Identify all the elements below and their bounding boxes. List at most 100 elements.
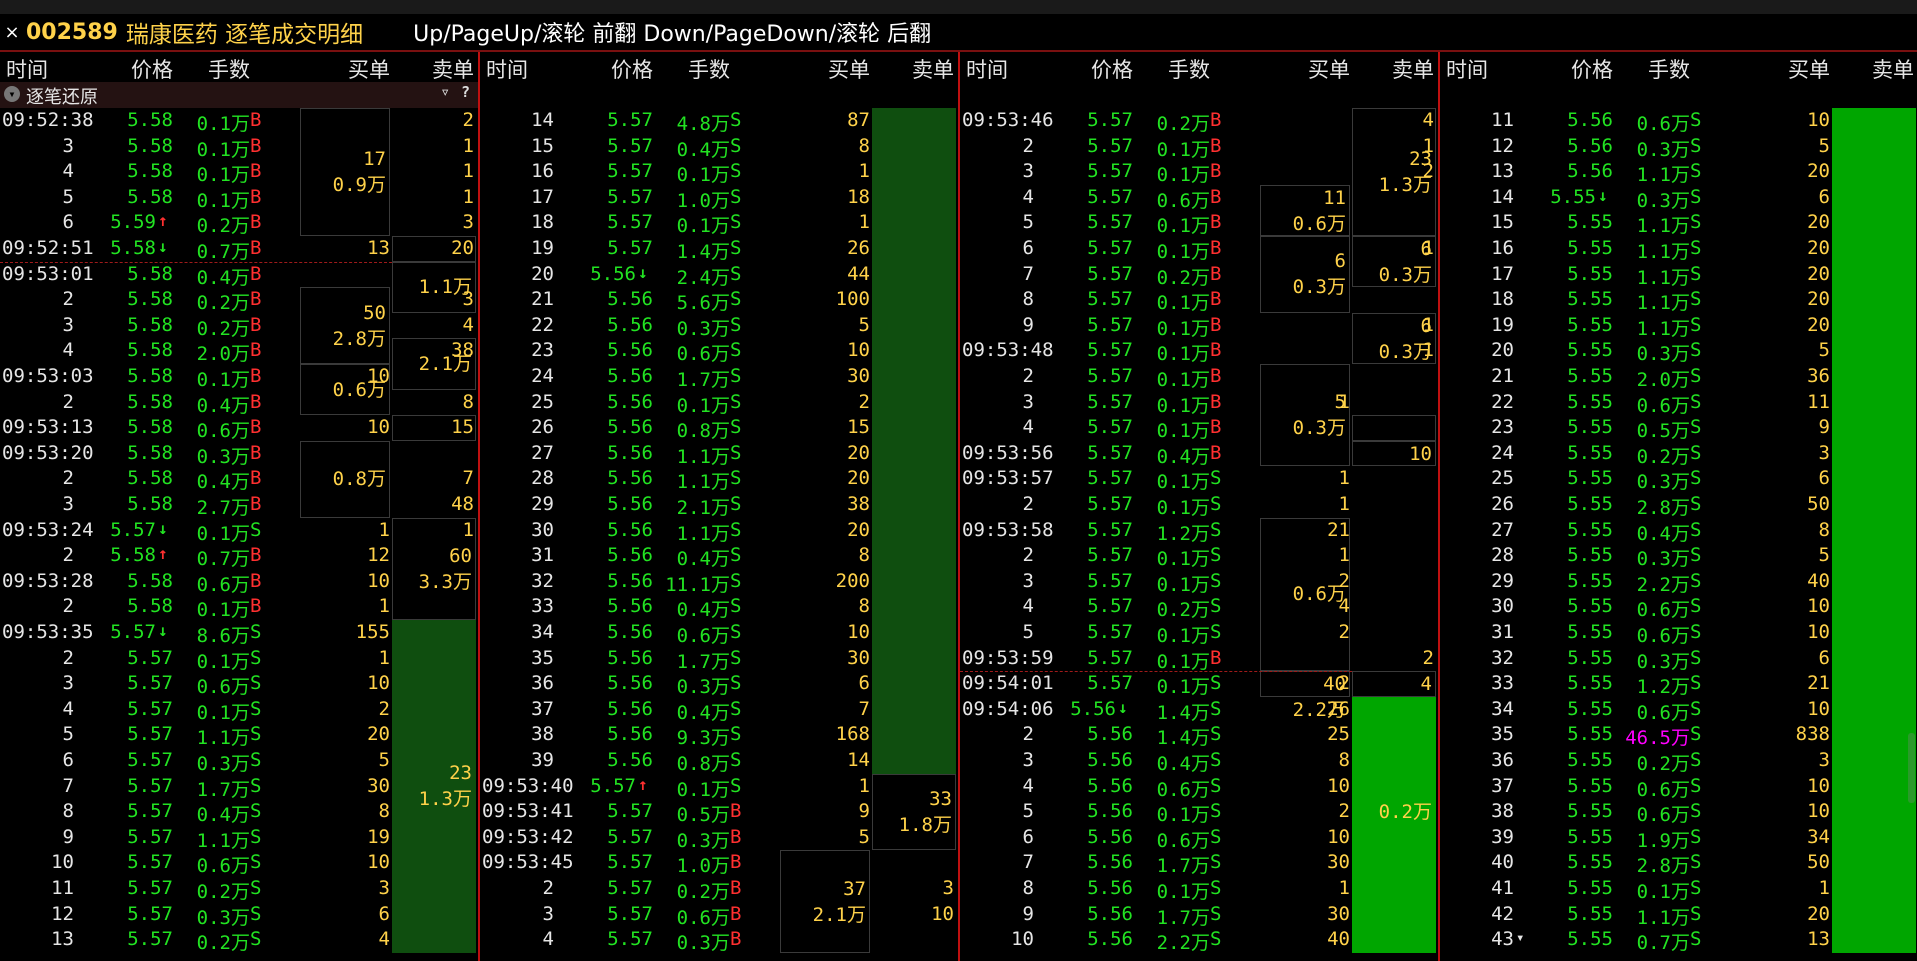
tick-row[interactable]: 42 5.55 1.1万 S 20 (1440, 902, 1917, 929)
tick-row[interactable]: 9 5.57 0.1万 B 1 (960, 313, 1438, 340)
tick-row[interactable]: 32 5.55 0.3万 S 6 (1440, 646, 1917, 673)
tick-row[interactable]: 19 5.55 1.1万 S 20 (1440, 313, 1917, 340)
tick-row[interactable]: 09:53:56 5.57 0.4万 B (960, 441, 1438, 468)
tick-row[interactable]: 6 5.57 0.3万 S 5 (0, 748, 478, 775)
tick-row[interactable]: 2 5.57 0.1万 B (960, 364, 1438, 391)
tick-row[interactable]: 09:53:40 5.57 ↑ 0.1万 S 1 (480, 774, 958, 801)
tick-row[interactable]: 28 5.56 1.1万 S 20 (480, 466, 958, 493)
tick-row[interactable]: 35 5.56 1.7万 S 30 (480, 646, 958, 673)
funnel-icon[interactable]: ▿ (440, 82, 450, 101)
tick-row[interactable]: 36 5.56 0.3万 S 6 (480, 671, 958, 698)
tick-row[interactable]: 28 5.55 0.3万 S 5 (1440, 543, 1917, 570)
tick-row[interactable]: 15 5.55 1.1万 S 20 (1440, 210, 1917, 237)
tick-row[interactable]: 4 5.58 2.0万 B 38 (0, 338, 478, 365)
scrollbar-thumb[interactable] (1908, 733, 1915, 803)
tick-row[interactable]: 6 5.57 0.1万 B 1 (960, 236, 1438, 263)
tick-row[interactable]: 09:53:59 5.57 0.1万 B 2 (960, 646, 1438, 673)
tick-row[interactable]: 4 5.58 0.1万 B 1 (0, 159, 478, 186)
tick-row[interactable]: 18 5.57 0.1万 S 1 (480, 210, 958, 237)
tick-row[interactable]: 09:54:06 5.56 ↓ 1.4万 S 26 (960, 697, 1438, 724)
tick-row[interactable]: 41 5.55 0.1万 S 1 (1440, 876, 1917, 903)
tick-row[interactable]: 09:53:48 5.57 0.1万 B 1 (960, 338, 1438, 365)
tick-row[interactable]: 3 5.58 0.2万 B 4 (0, 313, 478, 340)
tick-row[interactable]: 14 5.57 4.8万 S 87 (480, 108, 958, 135)
tick-row[interactable]: 43 ▾ 5.55 0.7万 S 13 (1440, 927, 1917, 954)
tick-row[interactable]: 20 5.56 ↓ 2.4万 S 44 (480, 262, 958, 289)
tick-row[interactable]: 09:53:45 5.57 1.0万 B (480, 850, 958, 877)
tick-row[interactable]: 2 5.57 0.1万 B 1 (960, 134, 1438, 161)
tick-row[interactable]: 8 5.57 0.1万 B (960, 287, 1438, 314)
tick-row[interactable]: 4 5.57 0.1万 S 2 (0, 697, 478, 724)
tick-row[interactable]: 09:52:51 5.58 ↓ 0.7万 B 13 20 (0, 236, 478, 263)
tick-row[interactable]: 4 5.56 0.6万 S 10 (960, 774, 1438, 801)
help-icon[interactable]: ? (461, 83, 470, 101)
tick-row[interactable]: 11 5.56 0.6万 S 10 (1440, 108, 1917, 135)
tick-row[interactable]: 26 5.55 2.8万 S 50 (1440, 492, 1917, 519)
tick-row[interactable]: 13 5.57 0.2万 S 4 (0, 927, 478, 954)
tick-row[interactable]: 27 5.55 0.4万 S 8 (1440, 518, 1917, 545)
tick-row[interactable]: 09:52:38 5.58 0.1万 B 2 (0, 108, 478, 135)
tick-row[interactable]: 29 5.55 2.2万 S 40 (1440, 569, 1917, 596)
tick-row[interactable]: 27 5.56 1.1万 S 20 (480, 441, 958, 468)
tick-row[interactable]: 24 5.55 0.2万 S 3 (1440, 441, 1917, 468)
tick-row[interactable]: 3 5.57 0.1万 B 2 (960, 159, 1438, 186)
tick-row[interactable]: 11 5.57 0.2万 S 3 (0, 876, 478, 903)
tick-row[interactable]: 09:53:03 5.58 0.1万 B 10 (0, 364, 478, 391)
tick-row[interactable]: 5 5.57 0.1万 S 2 (960, 620, 1438, 647)
tick-row[interactable]: 4 5.57 0.3万 B (480, 927, 958, 954)
tick-row[interactable]: 5 5.56 0.1万 S 2 (960, 799, 1438, 826)
tick-row[interactable]: 9 5.56 1.7万 S 30 (960, 902, 1438, 929)
tick-row[interactable]: 09:53:13 5.58 0.6万 B 10 15 (0, 415, 478, 442)
tick-row[interactable]: 4 5.57 0.6万 B (960, 185, 1438, 212)
tick-row[interactable]: 40 5.55 2.8万 S 50 (1440, 850, 1917, 877)
tick-row[interactable]: 09:53:28 5.58 0.6万 B 10 (0, 569, 478, 596)
tick-row[interactable]: 29 5.56 2.1万 S 38 (480, 492, 958, 519)
tick-row[interactable]: 6 5.59 ↑ 0.2万 B 3 (0, 210, 478, 237)
tick-row[interactable]: 10 5.56 2.2万 S 40 (960, 927, 1438, 954)
tick-row[interactable]: 19 5.57 1.4万 S 26 (480, 236, 958, 263)
tick-row[interactable]: 10 5.57 0.6万 S 10 (0, 850, 478, 877)
tick-row[interactable]: 12 5.57 0.3万 S 6 (0, 902, 478, 929)
tick-row[interactable]: 7 5.57 0.2万 B (960, 262, 1438, 289)
tick-row[interactable]: 16 5.55 1.1万 S 20 (1440, 236, 1917, 263)
tick-row[interactable]: 09:53:24 5.57 ↓ 0.1万 S 1 1 (0, 518, 478, 545)
tick-row[interactable]: 35 5.55 46.5万 S 838 (1440, 722, 1917, 749)
tick-row[interactable]: 7 5.56 1.7万 S 30 (960, 850, 1438, 877)
tick-row[interactable]: 5 5.57 0.1万 B (960, 210, 1438, 237)
tick-row[interactable]: 3 5.57 0.6万 B 10 (480, 902, 958, 929)
tick-row[interactable]: 6 5.56 0.6万 S 10 (960, 825, 1438, 852)
tick-row[interactable]: 17 5.55 1.1万 S 20 (1440, 262, 1917, 289)
tick-row[interactable]: 38 5.55 0.6万 S 10 (1440, 799, 1917, 826)
tick-row[interactable]: 2 5.58 ↑ 0.7万 B 12 (0, 543, 478, 570)
tick-row[interactable]: 22 5.55 0.6万 S 11 (1440, 390, 1917, 417)
tick-row[interactable]: 2 5.57 0.1万 S 1 (0, 646, 478, 673)
tick-row[interactable]: 09:53:58 5.57 1.2万 S 21 (960, 518, 1438, 545)
tick-row[interactable]: 36 5.55 0.2万 S 3 (1440, 748, 1917, 775)
tick-row[interactable]: 16 5.57 0.1万 S 1 (480, 159, 958, 186)
tick-row[interactable]: 2 5.57 0.1万 S 1 (960, 492, 1438, 519)
tick-row[interactable]: 12 5.56 0.3万 S 5 (1440, 134, 1917, 161)
tick-row[interactable]: 34 5.55 0.6万 S 10 (1440, 697, 1917, 724)
tick-row[interactable]: 9 5.57 1.1万 S 19 (0, 825, 478, 852)
tick-row[interactable]: 8 5.57 0.4万 S 8 (0, 799, 478, 826)
tick-row[interactable]: 09:53:01 5.58 0.4万 B (0, 262, 478, 289)
tick-row[interactable]: 3 5.57 0.1万 B 1 (960, 390, 1438, 417)
collapse-icon[interactable]: ▾ (4, 86, 20, 102)
tick-row[interactable]: 31 5.56 0.4万 S 8 (480, 543, 958, 570)
tick-row[interactable]: 09:53:42 5.57 0.3万 B 5 (480, 825, 958, 852)
tick-row[interactable]: 13 5.56 1.1万 S 20 (1440, 159, 1917, 186)
tick-row[interactable]: 33 5.56 0.4万 S 8 (480, 594, 958, 621)
tick-row[interactable]: 3 5.58 2.7万 B 48 (0, 492, 478, 519)
tick-row[interactable]: 4 5.57 0.1万 B (960, 415, 1438, 442)
tick-row[interactable]: 2 5.57 0.1万 S 1 (960, 543, 1438, 570)
tick-row[interactable]: 14 5.55 ↓ 0.3万 S 6 (1440, 185, 1917, 212)
tick-row[interactable]: 23 5.56 0.6万 S 10 (480, 338, 958, 365)
tick-row[interactable]: 2 5.58 0.2万 B 3 (0, 287, 478, 314)
tick-row[interactable]: 21 5.55 2.0万 S 36 (1440, 364, 1917, 391)
tick-row[interactable]: 39 5.55 1.9万 S 34 (1440, 825, 1917, 852)
tick-row[interactable]: 2 5.58 0.1万 B 1 (0, 594, 478, 621)
tick-row[interactable]: 5 5.57 1.1万 S 20 (0, 722, 478, 749)
tick-row[interactable]: 17 5.57 1.0万 S 18 (480, 185, 958, 212)
tick-row[interactable]: 09:53:57 5.57 0.1万 S 1 (960, 466, 1438, 493)
tick-row[interactable]: 34 5.56 0.6万 S 10 (480, 620, 958, 647)
